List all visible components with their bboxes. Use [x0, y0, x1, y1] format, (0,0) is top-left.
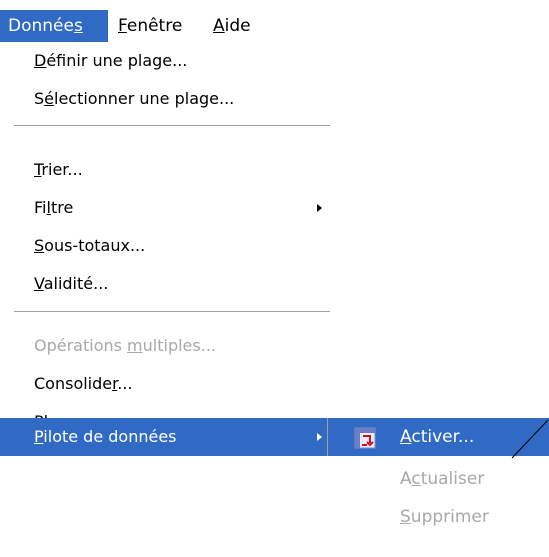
menu-donnees[interactable]: Données — [0, 10, 108, 42]
menu-separator — [14, 125, 330, 127]
submenu-border — [327, 418, 328, 456]
menu-separator — [14, 311, 330, 313]
menu-fenetre[interactable]: Fenêtre — [118, 10, 182, 42]
submenu-item-actualiser: Actualiser — [400, 469, 485, 489]
callout-line — [511, 419, 549, 459]
menu-item-pilote-de-donnees[interactable]: Pilote de données — [0, 418, 330, 456]
menu-aide[interactable]: Aide — [213, 10, 251, 42]
menu-item-definir-plage[interactable]: Définir une plage... — [0, 42, 330, 80]
menu-item-validite[interactable]: Validité... — [0, 265, 330, 303]
submenu-item-supprimer: Supprimer — [400, 507, 489, 527]
menu-item-selectionner-plage[interactable]: Sélectionner une plage... — [0, 80, 330, 118]
datapilot-icon — [354, 427, 376, 449]
menu-item-consolider[interactable]: Consolider... — [0, 365, 330, 403]
menu-bar: Données Fenêtre Aide — [0, 10, 549, 42]
donnees-dropdown: Définir une plage... Sélectionner une pl… — [0, 42, 330, 456]
triangle-right-icon — [317, 433, 322, 441]
menu-item-trier[interactable]: Trier... — [0, 151, 330, 189]
menu-item-operations-multiples: Opérations multiples... — [34, 336, 216, 355]
triangle-right-icon — [317, 204, 322, 212]
menu-item-sous-totaux[interactable]: Sous-totaux... — [0, 227, 330, 265]
menu-item-filtre[interactable]: Filtre — [0, 189, 330, 227]
